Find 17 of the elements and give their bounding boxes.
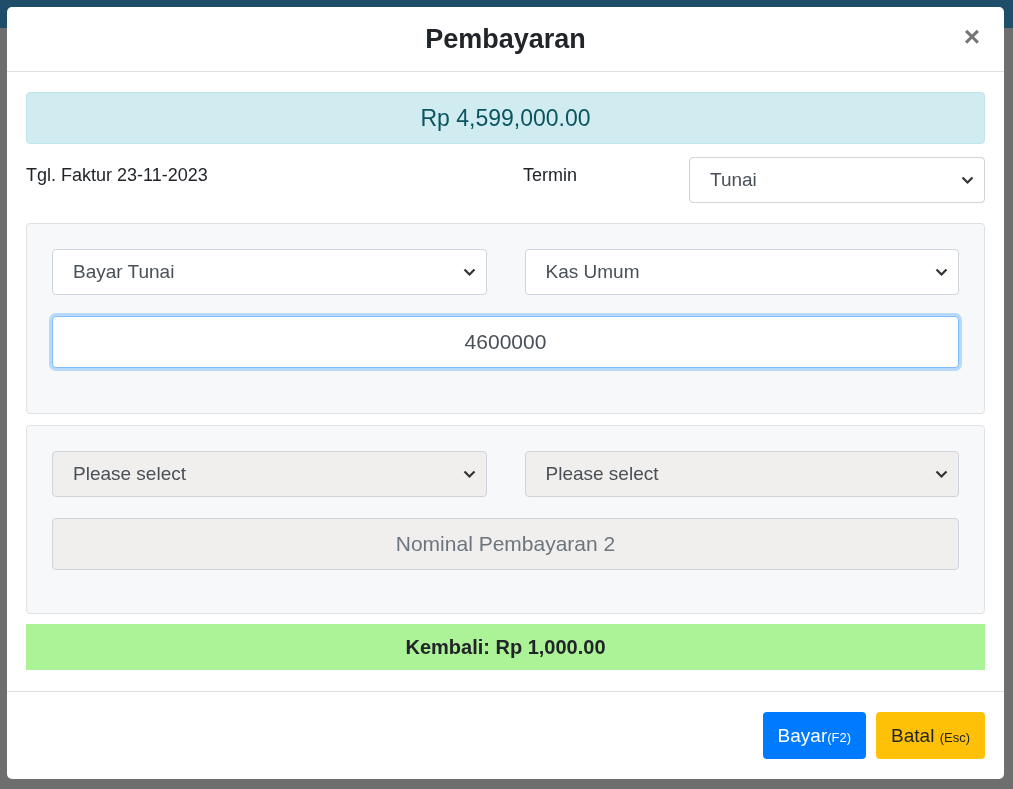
amount-field[interactable]: 4600000 <box>52 316 959 368</box>
chevron-down-icon <box>935 469 948 479</box>
total-amount: Rp 4,599,000.00 <box>26 92 985 144</box>
invoice-date: Tgl. Faktur 23-11-2023 <box>26 164 209 186</box>
chevron-down-icon <box>462 469 476 479</box>
dialog-title: Pembayaran <box>425 23 586 55</box>
pay-button[interactable]: Bayar(F2) <box>762 712 867 759</box>
chevron-down-icon <box>935 267 948 277</box>
select-field[interactable]: Kas Umum <box>524 249 959 295</box>
term-label: Termin <box>523 164 578 186</box>
chevron-down-icon <box>462 267 476 277</box>
select-field[interactable]: Bayar Tunai <box>52 249 487 295</box>
change-banner: Kembali: Rp 1,000.00 <box>26 624 985 670</box>
select-field[interactable]: Tunai <box>689 157 985 203</box>
close-button[interactable]: × <box>959 23 984 51</box>
cancel-button[interactable]: Batal (Esc) <box>876 712 985 759</box>
chevron-down-icon <box>961 175 974 185</box>
